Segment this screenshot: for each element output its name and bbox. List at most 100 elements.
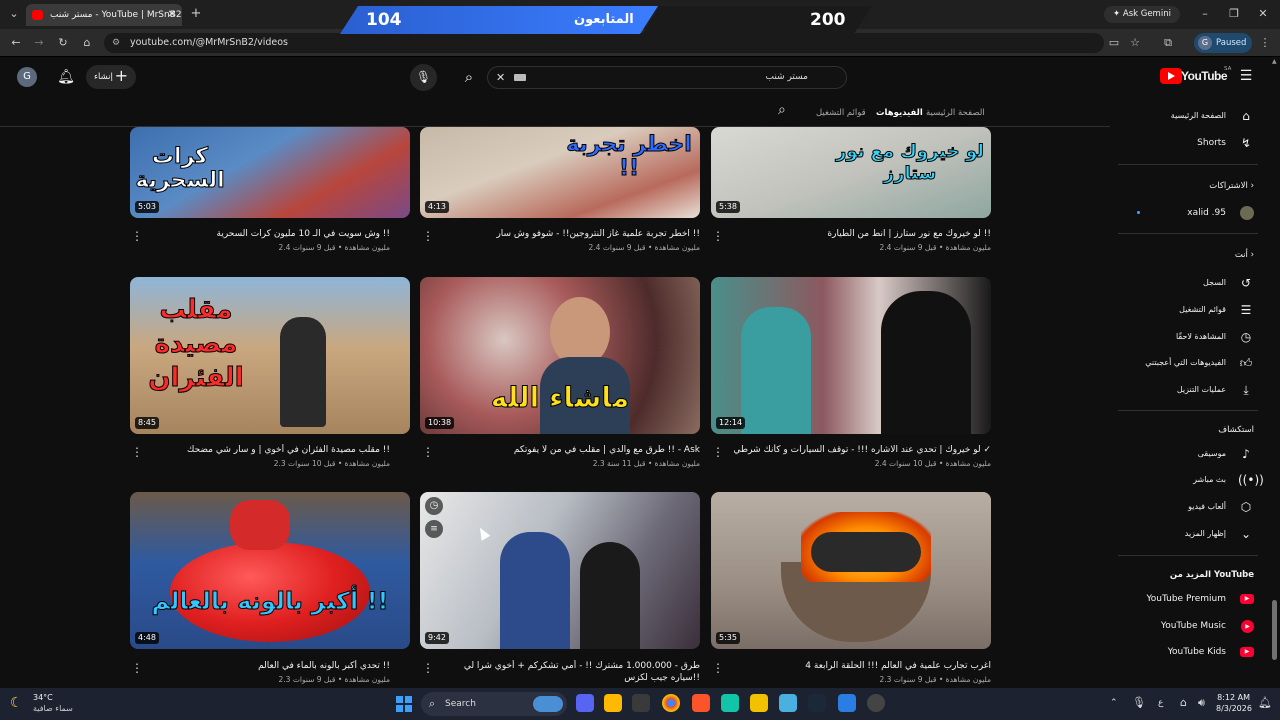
- video-thumbnail[interactable]: ◷ ≡ 9:42: [420, 492, 700, 649]
- microphone-icon[interactable]: 🎙︎: [1132, 696, 1146, 709]
- add-to-queue-icon[interactable]: ≡: [425, 520, 443, 538]
- close-tab-icon[interactable]: ✕: [168, 4, 176, 26]
- channel-search-icon[interactable]: ⌕: [778, 103, 786, 117]
- weather-temp[interactable]: 34°C: [33, 693, 53, 703]
- sidebar-item-subscription[interactable]: xalid .95: [1120, 204, 1256, 222]
- video-title[interactable]: لو خيروك مع نور ستارز | انط من الطيارة !…: [731, 228, 991, 240]
- close-window-icon[interactable]: ✕: [1255, 7, 1271, 21]
- watch-later-clock-icon[interactable]: ◷: [425, 497, 443, 515]
- app-icon[interactable]: [838, 694, 856, 712]
- sidebar-item-shorts[interactable]: Shorts ↯: [1120, 134, 1256, 152]
- video-thumbnail[interactable]: لو خيروك مع نور ستارز 5:38: [711, 127, 991, 218]
- chrome-icon[interactable]: [662, 694, 680, 712]
- tab-playlists[interactable]: قوائم التشغيل: [816, 106, 866, 120]
- more-actions-icon[interactable]: ⋮: [131, 662, 143, 674]
- more-actions-icon[interactable]: ⋮: [712, 230, 724, 242]
- network-icon[interactable]: ⌂: [1180, 696, 1187, 709]
- keyboard-icon[interactable]: [514, 74, 526, 81]
- video-title[interactable]: اخطر تجربة علمية غاز النتروجين!! - شوفو …: [440, 228, 700, 240]
- notifications-icon[interactable]: 🔔︎: [1258, 696, 1272, 709]
- windows-start-icon[interactable]: [396, 696, 412, 712]
- video-title[interactable]: اغرب تجارب علمية في العالم !!! الحلقة ال…: [731, 660, 991, 672]
- youtube-logo-icon[interactable]: [1160, 68, 1182, 84]
- sidebar-item-home[interactable]: الصفحة الرئيسية ⌂: [1120, 107, 1256, 125]
- steam-icon[interactable]: [808, 694, 826, 712]
- sidebar-item-playlists[interactable]: قوائم التشغيل ☰: [1120, 301, 1256, 319]
- video-thumbnail[interactable]: 12:14: [711, 277, 991, 434]
- app-icon[interactable]: [721, 694, 739, 712]
- video-title[interactable]: وش سويت في الـ 10 مليون كرات السحرية !!: [130, 228, 391, 240]
- video-title[interactable]: طرق مع والدي | مقلب في من لا يفوتكم !! -…: [440, 444, 700, 456]
- minimize-icon[interactable]: –: [1197, 7, 1213, 21]
- sidebar-item-kids[interactable]: YouTube Kids ▶: [1120, 643, 1256, 661]
- new-tab-icon[interactable]: +: [188, 7, 204, 21]
- more-actions-icon[interactable]: ⋮: [712, 662, 724, 674]
- more-actions-icon[interactable]: ⋮: [422, 230, 434, 242]
- app-icon[interactable]: [867, 694, 885, 712]
- sidebar-item-downloads[interactable]: عمليات التنزيل ⤓: [1120, 381, 1256, 399]
- app-icon[interactable]: [779, 694, 797, 712]
- sidebar-item-premium[interactable]: YouTube Premium ▶: [1120, 590, 1256, 608]
- video-thumbnail[interactable]: اخطر تجربة !! 4:13: [420, 127, 700, 218]
- volume-icon[interactable]: 🔊︎: [1198, 696, 1205, 710]
- more-actions-icon[interactable]: ⋮: [422, 446, 434, 458]
- clock-time[interactable]: 8:12 AM: [1216, 693, 1250, 703]
- tab-list-icon[interactable]: ⌄: [6, 7, 22, 21]
- tray-overflow-icon[interactable]: ⌃: [1110, 698, 1118, 708]
- subscriptions-heading[interactable]: الاشتراكات ›: [1209, 179, 1254, 193]
- extensions-icon[interactable]: ⧉: [1160, 36, 1176, 50]
- ask-gemini-button[interactable]: ✦ Ask Gemini: [1104, 6, 1180, 23]
- account-avatar[interactable]: G: [17, 67, 37, 87]
- you-heading[interactable]: أنت ›: [1235, 248, 1254, 262]
- video-thumbnail[interactable]: كرات السحرية 5:03: [130, 127, 410, 218]
- discord-icon[interactable]: [576, 694, 594, 712]
- file-explorer-icon[interactable]: [604, 694, 622, 712]
- home-icon[interactable]: ⌂: [79, 36, 95, 50]
- browser-tab[interactable]: مستر شنب - YouTube | MrSnB2 ✕: [26, 4, 182, 26]
- brave-icon[interactable]: [692, 694, 710, 712]
- browser-menu-icon[interactable]: ⋮: [1257, 36, 1273, 50]
- more-actions-icon[interactable]: ⋮: [422, 662, 434, 674]
- clear-search-icon[interactable]: ✕: [496, 67, 505, 88]
- clock-date[interactable]: 8/3/2026: [1216, 704, 1252, 714]
- weather-moon-icon[interactable]: ☾: [10, 694, 23, 712]
- sidebar-item-show-more[interactable]: إظهار المزيد ⌄: [1120, 525, 1256, 543]
- store-icon[interactable]: [632, 694, 650, 712]
- notifications-bell-icon[interactable]: 🔔︎: [56, 67, 76, 87]
- tab-home[interactable]: الصفحة الرئيسية: [926, 106, 985, 120]
- create-button[interactable]: إنشاء +: [86, 65, 136, 89]
- search-button-icon[interactable]: ⌕: [457, 66, 481, 89]
- taskbar-search[interactable]: ⌕ Search: [421, 692, 567, 716]
- reload-icon[interactable]: ↻: [55, 36, 71, 50]
- site-info-icon[interactable]: ⚙: [112, 33, 120, 53]
- sidebar-item-music[interactable]: موسيقى ♪: [1120, 445, 1256, 463]
- back-icon[interactable]: ←: [8, 36, 24, 50]
- forward-icon[interactable]: →: [31, 36, 47, 50]
- maximize-icon[interactable]: ❐: [1226, 7, 1242, 21]
- video-thumbnail[interactable]: أكبر بالونه بالعالم !! 4:48: [130, 492, 410, 649]
- bookmark-star-icon[interactable]: ☆: [1127, 36, 1143, 50]
- hamburger-menu-icon[interactable]: ☰: [1238, 68, 1254, 84]
- video-thumbnail[interactable]: 5:35: [711, 492, 991, 649]
- video-title[interactable]: مقلب مصيدة الفئران في أخوي | و سار شي مض…: [130, 444, 390, 456]
- sidebar-scrollbar[interactable]: [1272, 600, 1277, 660]
- input-language[interactable]: ع: [1158, 698, 1163, 708]
- app-icon[interactable]: [750, 694, 768, 712]
- address-bar[interactable]: ⚙ youtube.com/@MrMrSnB2/videos: [104, 33, 1104, 53]
- sidebar-item-live[interactable]: بث مباشر ((•)): [1120, 471, 1264, 489]
- more-actions-icon[interactable]: ⋮: [712, 446, 724, 458]
- video-title[interactable]: لو خيروك | تحدي عند الاشاره !!! - توقف ا…: [731, 444, 991, 456]
- sidebar-item-yt-music[interactable]: YouTube Music ▶: [1120, 617, 1256, 635]
- more-actions-icon[interactable]: ⋮: [131, 446, 143, 458]
- video-thumbnail[interactable]: مقلب مصيدة الفئران 8:45: [130, 277, 410, 434]
- voice-search-mic-icon[interactable]: 🎙︎: [410, 64, 437, 91]
- tab-videos[interactable]: الفيديوهات: [876, 106, 923, 120]
- sidebar-item-liked[interactable]: الفيديوهات التي أعجبتني 👍︎: [1120, 354, 1256, 372]
- sidebar-item-history[interactable]: السجل ↺: [1120, 274, 1256, 292]
- profile-button[interactable]: G Paused: [1194, 33, 1252, 53]
- sidebar-item-gaming[interactable]: ألعاب فيديو ⬡: [1120, 498, 1256, 516]
- more-actions-icon[interactable]: ⋮: [131, 230, 143, 242]
- scroll-up-arrow-icon[interactable]: ▲: [1272, 58, 1277, 70]
- video-thumbnail[interactable]: ماشاء الله 10:38: [420, 277, 700, 434]
- video-title[interactable]: تحدي أكبر بالونه بالماء في العالم !!: [130, 660, 390, 672]
